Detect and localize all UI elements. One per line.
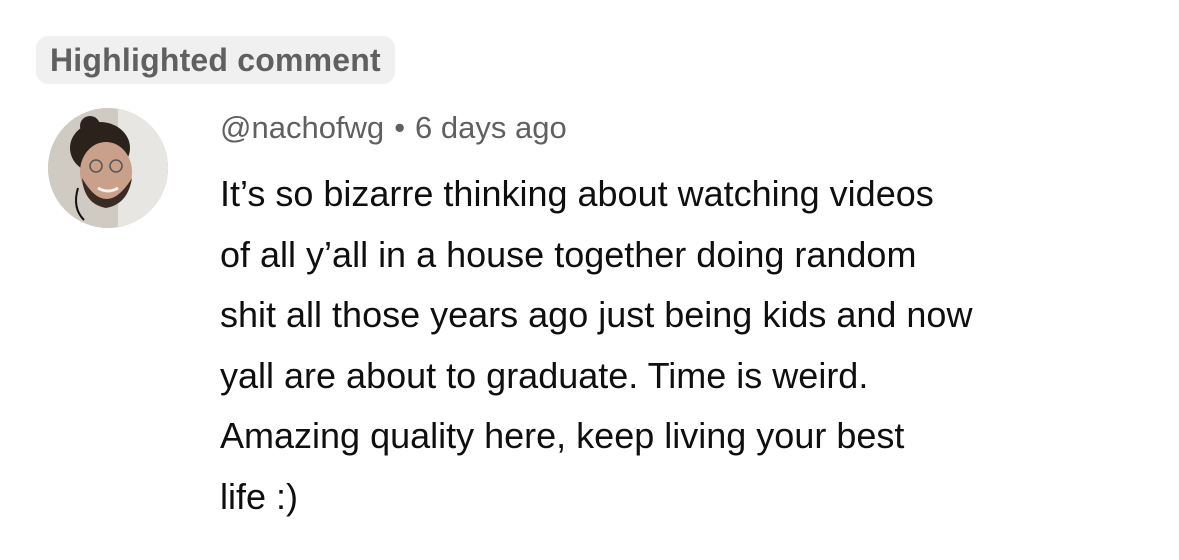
avatar-photo-icon [48,108,168,228]
comment-meta: @nachofwg • 6 days ago [220,104,1160,154]
author-avatar[interactable] [48,108,168,228]
comment-text: It’s so bizarre thinking about watching … [220,164,1160,527]
comment-text-line: shit all those years ago just being kids… [220,294,973,335]
comment-body: @nachofwg • 6 days ago It’s so bizarre thi… [220,104,1160,527]
comment-text-line: It’s so bizarre thinking about watching … [220,173,934,214]
comment-text-line: yall are about to graduate. Time is weir… [220,354,869,396]
comment-text-line: life :) [220,475,299,517]
comment-timestamp[interactable]: 6 days ago [415,110,567,145]
author-handle[interactable]: @nachofwg [220,110,384,145]
highlighted-comment-badge: Highlighted comment [36,36,395,84]
comment-text-line: Amazing quality here, keep living your b… [220,415,905,456]
meta-separator: • [394,110,406,145]
comment-text-line: of all y’all in a house together doing r… [220,233,917,275]
